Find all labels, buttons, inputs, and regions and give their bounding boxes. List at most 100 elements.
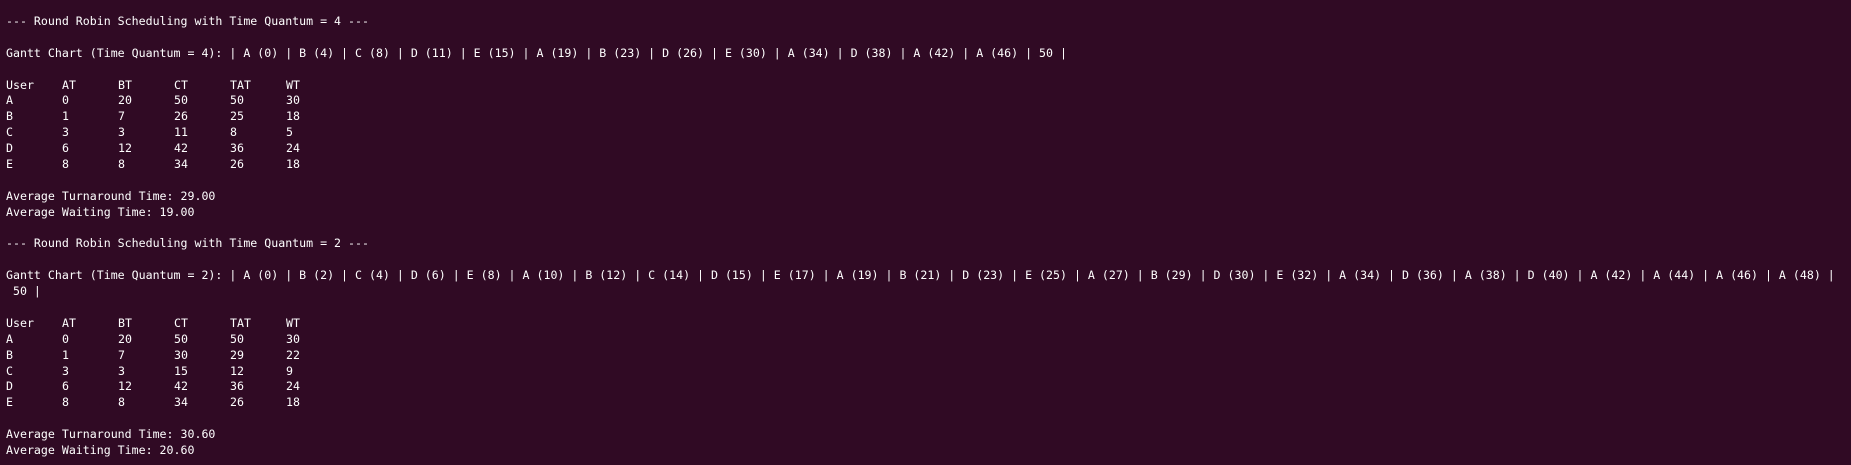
table-cell: 42	[174, 141, 188, 156]
column-header: WT	[286, 77, 300, 92]
table-cell: 50	[174, 331, 188, 346]
table-cell: 1	[62, 347, 69, 362]
table-row: B 1 7 26 25 18	[6, 109, 1851, 125]
section2-average-turnaround: Average Turnaround Time: 30.60	[6, 427, 216, 442]
column-header: User	[6, 315, 34, 330]
table-cell: 1	[62, 109, 69, 124]
table-cell: 5	[286, 125, 293, 140]
table-cell: 30	[286, 331, 300, 346]
table-cell: 12	[118, 141, 132, 156]
table-cell: B	[6, 347, 13, 362]
table-cell: B	[6, 109, 13, 124]
table-cell: 30	[174, 347, 188, 362]
table-cell: C	[6, 125, 13, 140]
column-header: WT	[286, 315, 300, 330]
table-cell: 18	[286, 395, 300, 410]
table-cell: C	[6, 363, 13, 378]
section1-table-header: User AT BT CT TAT WT	[6, 78, 1851, 94]
table-cell: 50	[230, 331, 244, 346]
table-cell: 18	[286, 109, 300, 124]
table-cell: 15	[174, 363, 188, 378]
column-header: CT	[174, 77, 188, 92]
column-header: BT	[118, 315, 132, 330]
section2-table-header: User AT BT CT TAT WT	[6, 316, 1851, 332]
section2-header: --- Round Robin Scheduling with Time Qua…	[6, 236, 369, 251]
table-cell: 24	[286, 379, 300, 394]
table-row: A 0 20 50 50 30	[6, 332, 1851, 348]
table-cell: 6	[62, 379, 69, 394]
table-cell: 50	[230, 93, 244, 108]
table-cell: 22	[286, 347, 300, 362]
table-cell: 26	[174, 109, 188, 124]
table-row: A 0 20 50 50 30	[6, 93, 1851, 109]
column-header: User	[6, 77, 34, 92]
section1-gantt-chart: Gantt Chart (Time Quantum = 4): | A (0) …	[6, 45, 1067, 60]
column-header: TAT	[230, 315, 251, 330]
table-cell: E	[6, 157, 13, 172]
table-cell: 25	[230, 109, 244, 124]
section1-average-waiting: Average Waiting Time: 19.00	[6, 204, 195, 219]
table-cell: 12	[118, 379, 132, 394]
table-cell: 36	[230, 379, 244, 394]
table-cell: 8	[62, 157, 69, 172]
table-cell: 50	[174, 93, 188, 108]
table-cell: 3	[62, 125, 69, 140]
table-cell: A	[6, 93, 13, 108]
section1-average-turnaround: Average Turnaround Time: 29.00	[6, 188, 216, 203]
table-row: E 8 8 34 26 18	[6, 395, 1851, 411]
table-cell: 3	[62, 363, 69, 378]
table-cell: 7	[118, 109, 125, 124]
table-cell: 9	[286, 363, 293, 378]
table-cell: 8	[118, 157, 125, 172]
table-cell: 8	[230, 125, 237, 140]
table-row: D 6 12 42 36 24	[6, 141, 1851, 157]
table-cell: 30	[286, 93, 300, 108]
column-header: TAT	[230, 77, 251, 92]
table-cell: 20	[118, 331, 132, 346]
terminal-output[interactable]: --- Round Robin Scheduling with Time Qua…	[0, 0, 1851, 465]
table-cell: A	[6, 331, 13, 346]
table-cell: 7	[118, 347, 125, 362]
table-cell: 20	[118, 93, 132, 108]
table-cell: 8	[118, 395, 125, 410]
table-row: C 3 3 15 12 9	[6, 364, 1851, 380]
table-cell: 26	[230, 395, 244, 410]
table-cell: 34	[174, 395, 188, 410]
table-cell: 0	[62, 331, 69, 346]
table-row: E 8 8 34 26 18	[6, 157, 1851, 173]
table-cell: 3	[118, 363, 125, 378]
table-cell: 0	[62, 93, 69, 108]
table-cell: 8	[62, 395, 69, 410]
column-header: BT	[118, 77, 132, 92]
table-cell: 34	[174, 157, 188, 172]
column-header: CT	[174, 315, 188, 330]
section2-gantt-chart-wrap: 50 |	[6, 284, 41, 299]
table-cell: 6	[62, 141, 69, 156]
table-cell: 36	[230, 141, 244, 156]
table-cell: E	[6, 395, 13, 410]
table-row: D 6 12 42 36 24	[6, 379, 1851, 395]
table-cell: 12	[230, 363, 244, 378]
section1-header: --- Round Robin Scheduling with Time Qua…	[6, 14, 369, 28]
table-cell: D	[6, 379, 13, 394]
section2-gantt-chart: Gantt Chart (Time Quantum = 2): | A (0) …	[6, 268, 1835, 283]
table-cell: 26	[230, 157, 244, 172]
table-cell: 29	[230, 347, 244, 362]
table-cell: 11	[174, 125, 188, 140]
table-cell: 18	[286, 157, 300, 172]
table-cell: 3	[118, 125, 125, 140]
column-header: AT	[62, 315, 76, 330]
table-row: C 3 3 11 8 5	[6, 125, 1851, 141]
column-header: AT	[62, 77, 76, 92]
table-cell: 42	[174, 379, 188, 394]
table-row: B 1 7 30 29 22	[6, 348, 1851, 364]
table-cell: 24	[286, 141, 300, 156]
table-cell: D	[6, 141, 13, 156]
